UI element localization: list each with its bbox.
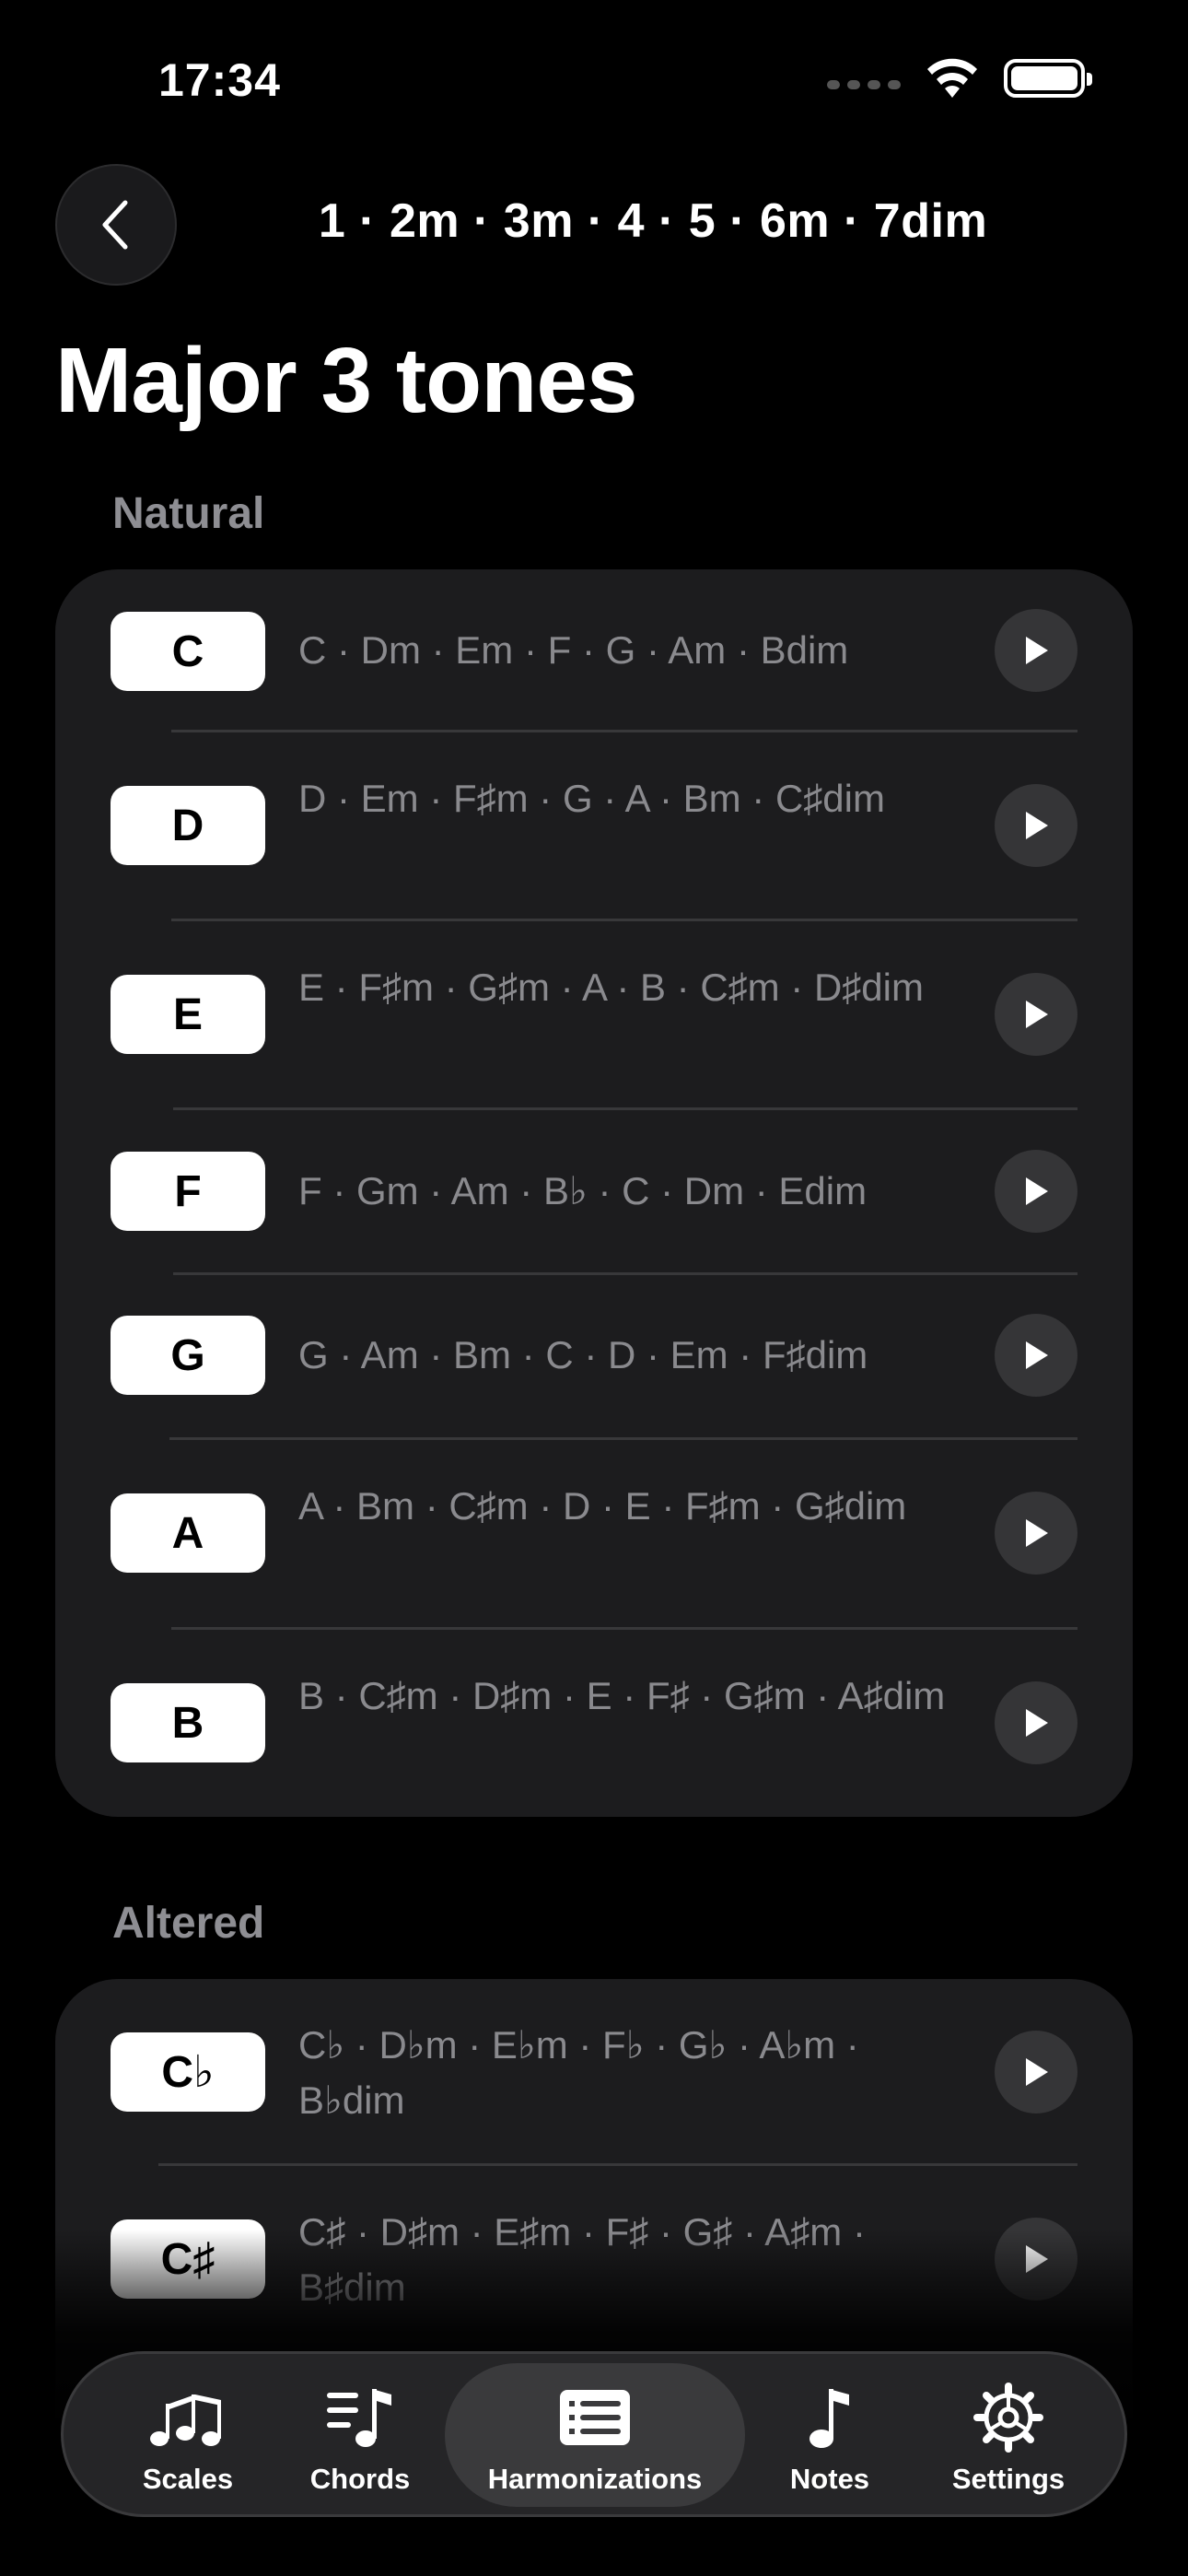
harmonization-row-e[interactable]: E E · F♯m · G♯m · A · B · C♯m · D♯dim — [55, 921, 1133, 1107]
tab-harmonizations[interactable]: Harmonizations — [445, 2354, 745, 2514]
section-header-natural: Natural — [112, 489, 265, 538]
harmonization-row-b[interactable]: B B · C♯m · D♯m · E · F♯ · G♯m · A♯dim — [55, 1630, 1133, 1816]
chord-sequence: C · Dm · Em · F · G · Am · Bdim — [298, 628, 849, 672]
play-icon — [1026, 2058, 1048, 2086]
scales-notes-icon — [148, 2382, 227, 2453]
play-button[interactable] — [995, 1314, 1077, 1397]
chord-sequence: G · Am · Bm · C · D · Em · F♯dim — [298, 1333, 868, 1376]
chords-icon — [325, 2382, 395, 2453]
harmonization-row-c[interactable]: C C · Dm · Em · F · G · Am · Bdim — [55, 569, 1133, 732]
tab-label: Notes — [789, 2463, 870, 2495]
harmonization-row-c-flat[interactable]: C♭ C♭ · D♭m · E♭m · F♭ · G♭ · A♭m · B♭di… — [55, 1979, 1133, 2165]
section-header-altered: Altered — [112, 1899, 265, 1948]
harmonizations-list-icon — [558, 2382, 632, 2453]
play-button[interactable] — [995, 784, 1077, 867]
page-title: Major 3 tones — [55, 329, 638, 432]
tab-scales[interactable]: Scales — [100, 2354, 275, 2514]
music-note-icon — [807, 2382, 853, 2453]
play-icon — [1026, 812, 1048, 839]
tab-label: Chords — [309, 2463, 411, 2495]
key-pill: G — [111, 1316, 265, 1395]
tab-label: Settings — [951, 2463, 1066, 2495]
key-pill: D — [111, 786, 265, 865]
chord-sequence: B · C♯m · D♯m · E · F♯ · G♯m · A♯dim — [298, 1674, 946, 1717]
play-button[interactable] — [995, 1150, 1077, 1233]
play-icon — [1026, 1519, 1048, 1547]
play-button[interactable] — [995, 1492, 1077, 1575]
play-icon — [1026, 637, 1048, 664]
status-time: 17:34 — [158, 54, 281, 106]
play-icon — [1026, 1709, 1048, 1737]
harmonization-detail-screen: 17:34 1 · 2m · 3m · 4 · 5 · 6m · 7dim Ma… — [0, 0, 1188, 2576]
harmonization-row-f[interactable]: F F · Gm · Am · B♭ · C · Dm · Edim — [55, 1110, 1133, 1272]
play-icon — [1026, 1341, 1048, 1369]
play-button[interactable] — [995, 1681, 1077, 1764]
chord-sequence: D · Em · F♯m · G · A · Bm · C♯dim — [298, 777, 885, 820]
key-pill: B — [111, 1683, 265, 1762]
harmonization-row-a[interactable]: A A · Bm · C♯m · D · E · F♯m · G♯dim — [55, 1440, 1133, 1626]
key-pill: E — [111, 975, 265, 1054]
chord-sequence: C♭ · D♭m · E♭m · F♭ · G♭ · A♭m · B♭dim — [298, 2023, 859, 2122]
natural-keys-card: C C · Dm · Em · F · G · Am · Bdim D D · … — [55, 569, 1133, 1817]
key-pill: F — [111, 1152, 265, 1231]
play-button[interactable] — [995, 609, 1077, 692]
play-icon — [1026, 1001, 1048, 1028]
cellular-signal-icon — [827, 80, 901, 89]
chord-sequence: E · F♯m · G♯m · A · B · C♯m · D♯dim — [298, 966, 924, 1009]
key-pill: C — [111, 612, 265, 691]
tab-label: Scales — [142, 2463, 234, 2495]
play-button[interactable] — [995, 2031, 1077, 2113]
gear-icon — [973, 2382, 1043, 2453]
status-icons — [827, 57, 1092, 100]
tab-chords[interactable]: Chords — [277, 2354, 443, 2514]
harmonization-row-d[interactable]: D D · Em · F♯m · G · A · Bm · C♯dim — [55, 732, 1133, 919]
tab-notes[interactable]: Notes — [747, 2354, 913, 2514]
chevron-left-icon — [102, 200, 128, 250]
back-button[interactable] — [55, 164, 177, 286]
chord-sequence: A · Bm · C♯m · D · E · F♯m · G♯dim — [298, 1484, 907, 1528]
play-icon — [1026, 1177, 1048, 1205]
harmonization-row-g[interactable]: G G · Am · Bm · C · D · Em · F♯dim — [55, 1275, 1133, 1437]
tab-settings[interactable]: Settings — [926, 2354, 1091, 2514]
chord-sequence: F · Gm · Am · B♭ · C · Dm · Edim — [298, 1169, 868, 1212]
battery-icon — [1004, 59, 1092, 98]
play-button[interactable] — [995, 973, 1077, 1056]
key-pill: A — [111, 1493, 265, 1573]
tab-bar: Scales Chords Harmonizations Notes Setti… — [61, 2351, 1127, 2517]
wifi-icon — [927, 58, 977, 98]
key-pill: C♭ — [111, 2032, 265, 2112]
tab-label: Harmonizations — [487, 2463, 703, 2495]
harmonization-formula: 1 · 2m · 3m · 4 · 5 · 6m · 7dim — [318, 194, 988, 248]
